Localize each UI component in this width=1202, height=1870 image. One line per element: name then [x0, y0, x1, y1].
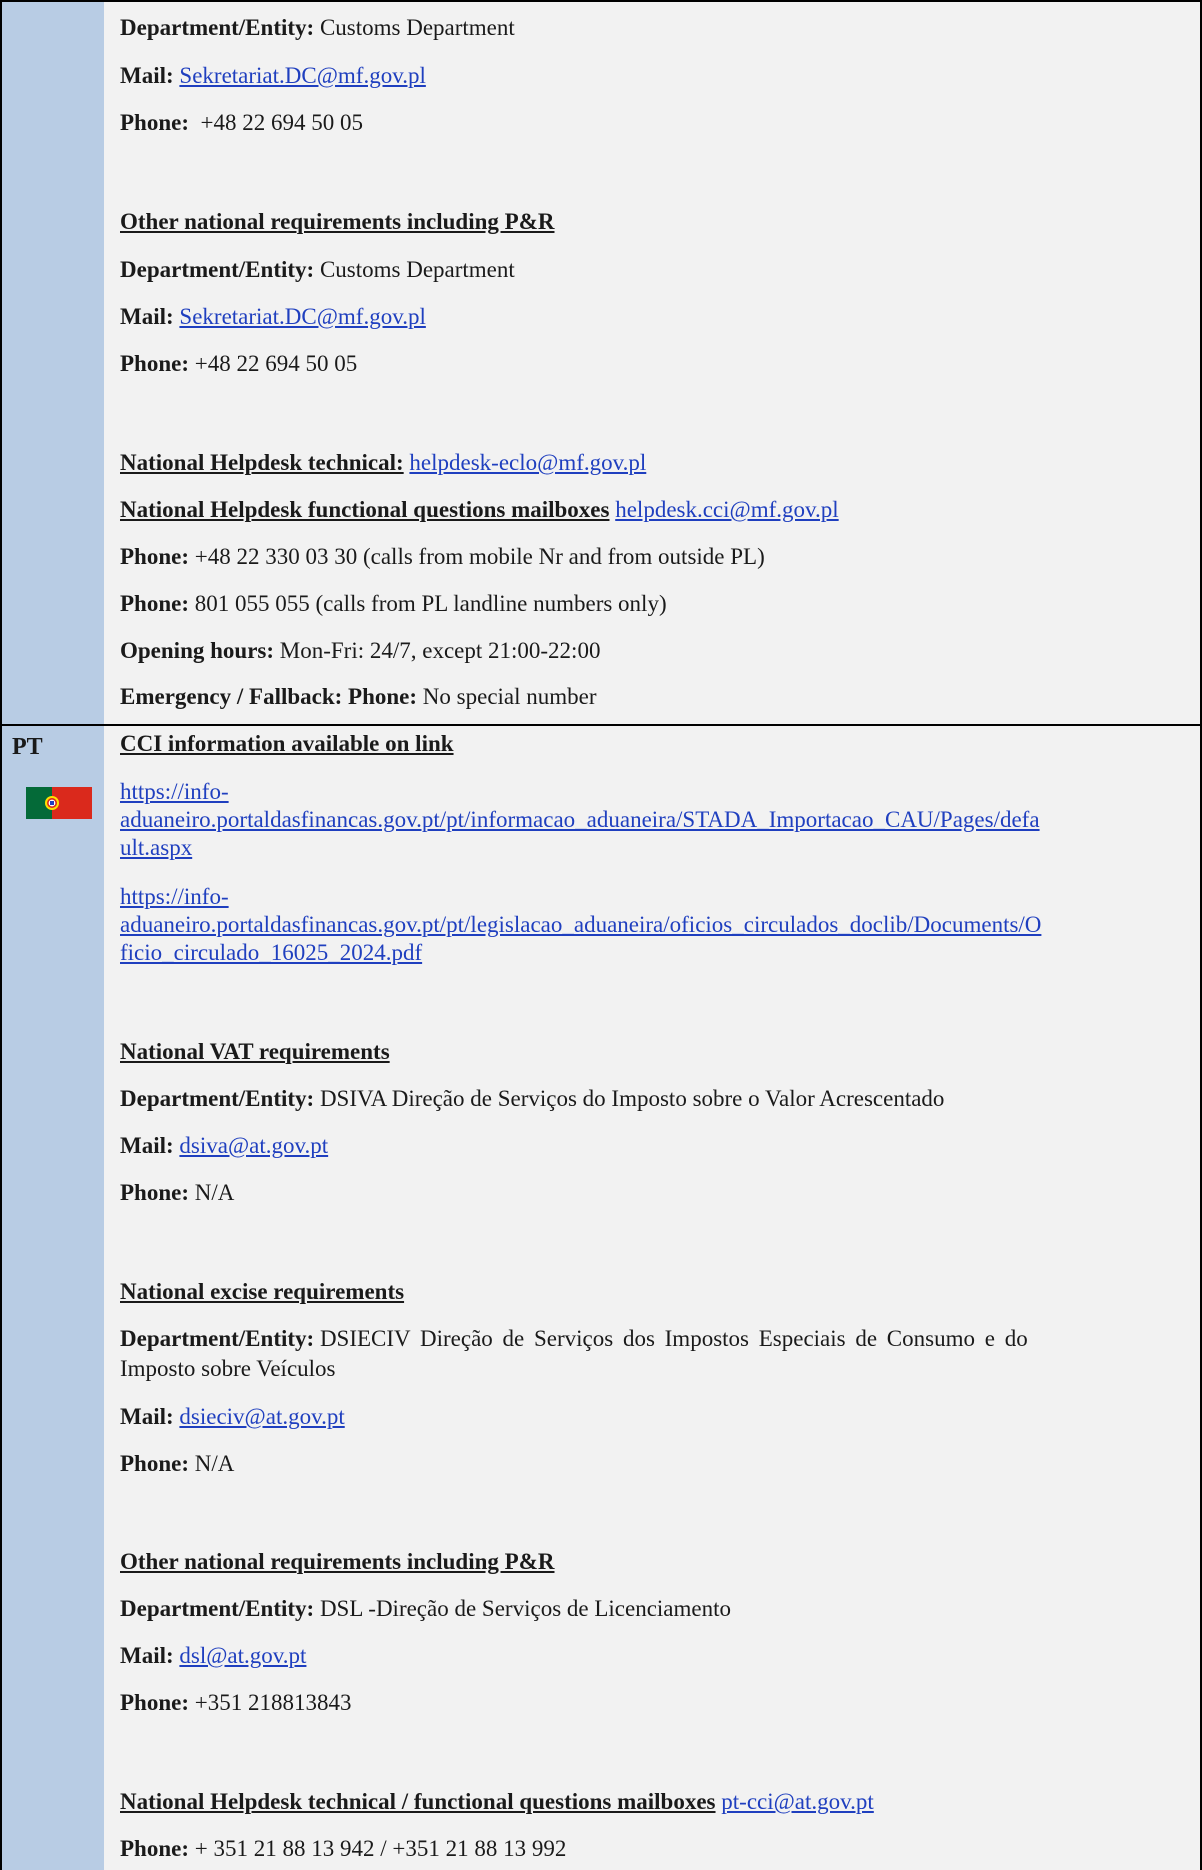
pt-excise-dept-line2: Imposto sobre Veículos	[120, 1356, 336, 1381]
pt-excise-phone-line: Phone: N/A	[120, 1451, 235, 1476]
pt-vat-header: National VAT requirements	[120, 1039, 390, 1064]
pt-excise-mail-line: Mail: dsieciv@at.gov.pt	[120, 1404, 345, 1429]
pl-other-header: Other national requirements including P&…	[120, 209, 555, 234]
contacts-table: PT Department/Entity: Customs Department…	[0, 0, 1202, 1870]
pl-helpdesk-emergency-line: Emergency / Fallback: Phone: No special …	[120, 684, 597, 709]
pl-helpdesk-hours-line: Opening hours: Mon-Fri: 24/7, except 21:…	[120, 638, 601, 663]
pt-helpdesk-phone-line: Phone: + 351 21 88 13 942 / +351 21 88 1…	[120, 1836, 567, 1861]
pl-other-dept-line: Department/Entity: Customs Department	[120, 257, 515, 282]
pt-link1-line3: ult.aspx	[120, 833, 192, 863]
pt-other-mail-link[interactable]: dsl@at.gov.pt	[179, 1643, 306, 1668]
table-top-border	[0, 0, 1202, 2]
pt-vat-mail-link[interactable]: dsiva@at.gov.pt	[179, 1133, 328, 1158]
pl-helpdesk-phone2-line: Phone: 801 055 055 (calls from PL landli…	[120, 591, 667, 616]
pt-link1-part-a[interactable]: https://info-	[120, 779, 229, 804]
pl-helpdesk-phone1-line: Phone: +48 22 330 03 30 (calls from mobi…	[120, 544, 765, 569]
pt-excise-mail-link[interactable]: dsieciv@at.gov.pt	[179, 1404, 344, 1429]
pt-other-phone-line: Phone: +351 218813843	[120, 1690, 352, 1715]
portugal-flag-icon	[26, 787, 92, 819]
pt-helpdesk-line: National Helpdesk technical / functional…	[120, 1789, 874, 1814]
pt-link1-part-b[interactable]: aduaneiro.portaldasfinancas.gov.pt/pt/in…	[120, 807, 1040, 832]
country-code: PT	[12, 734, 43, 760]
pl-other-mail-link[interactable]: Sekretariat.DC@mf.gov.pl	[179, 304, 425, 329]
pl-other-mail-line: Mail: Sekretariat.DC@mf.gov.pl	[120, 304, 426, 329]
pl-code-cell	[0, 0, 106, 726]
pt-other-dept-line: Department/Entity: DSL -Direção de Servi…	[120, 1596, 732, 1621]
pl-other-phone-line: Phone: +48 22 694 50 05	[120, 351, 358, 376]
pt-other-mail-line: Mail: dsl@at.gov.pt	[120, 1643, 307, 1668]
pt-cci-header: CCI information available on link	[120, 731, 454, 756]
pt-vat-dept-line: Department/Entity: DSIVA Direção de Serv…	[120, 1086, 945, 1111]
pl-helpdesk-technical-line: National Helpdesk technical: helpdesk-ec…	[120, 450, 647, 475]
pt-excise-dept-line: Department/Entity: DSIECIV Direção de Se…	[120, 1326, 1028, 1351]
pt-link2-line2: aduaneiro.portaldasfinancas.gov.pt/pt/le…	[120, 910, 1041, 940]
pl-mail-line: Mail: Sekretariat.DC@mf.gov.pl	[120, 63, 426, 88]
pt-vat-mail-line: Mail: dsiva@at.gov.pt	[120, 1133, 329, 1158]
pt-other-header: Other national requirements including P&…	[120, 1549, 555, 1574]
pt-excise-header: National excise requirements	[120, 1279, 405, 1304]
pl-phone-line: Phone: +48 22 694 50 05	[120, 110, 363, 135]
pt-link2-part-b[interactable]: aduaneiro.portaldasfinancas.gov.pt/pt/le…	[120, 912, 1041, 937]
pl-helpdesk-technical-link[interactable]: helpdesk-eclo@mf.gov.pl	[409, 450, 646, 475]
pt-code-cell: PT	[0, 724, 106, 1870]
pl-mail-link[interactable]: Sekretariat.DC@mf.gov.pl	[179, 63, 425, 88]
pt-link2-line3: ficio_circulado_16025_2024.pdf	[120, 938, 422, 968]
pl-dept-line: Department/Entity: Customs Department	[120, 15, 515, 40]
pt-link2-part-a[interactable]: https://info-	[120, 884, 229, 909]
row-divider	[0, 724, 1202, 726]
pt-helpdesk-mail-link[interactable]: pt-cci@at.gov.pt	[721, 1789, 874, 1814]
pt-link2-part-c[interactable]: ficio_circulado_16025_2024.pdf	[120, 940, 422, 965]
pt-vat-phone-line: Phone: N/A	[120, 1180, 235, 1205]
pt-link2: https://info-	[120, 882, 229, 912]
pt-link1-line2: aduaneiro.portaldasfinancas.gov.pt/pt/in…	[120, 805, 1040, 835]
pl-helpdesk-functional-link[interactable]: helpdesk.cci@mf.gov.pl	[615, 497, 838, 522]
pl-helpdesk-functional-line: National Helpdesk functional questions m…	[120, 497, 839, 522]
pt-link1: https://info-	[120, 777, 229, 807]
pt-link1-part-c[interactable]: ult.aspx	[120, 835, 192, 860]
